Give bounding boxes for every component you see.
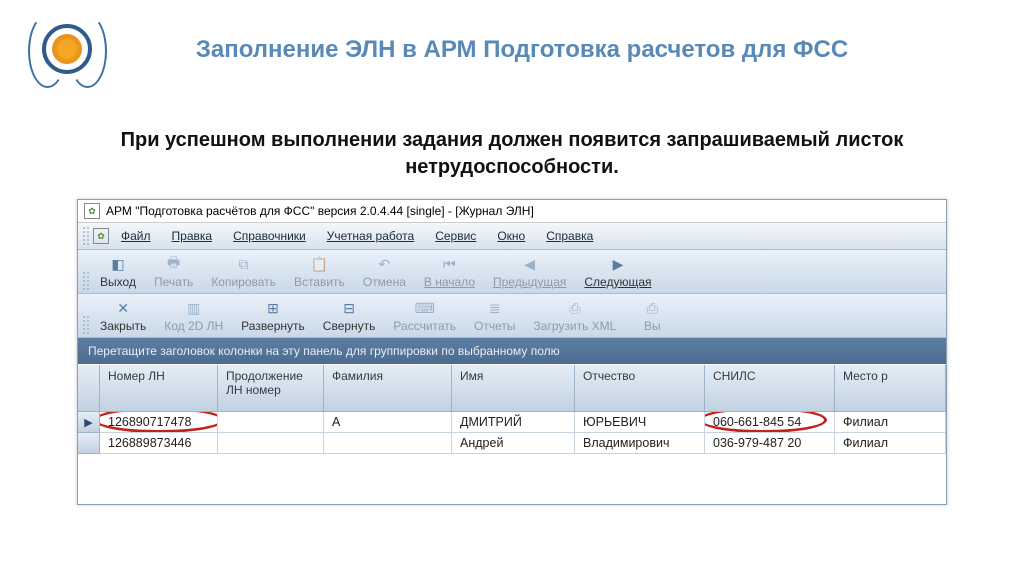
cell-fam: А: [324, 412, 452, 433]
grouping-hint[interactable]: Перетащите заголовок колонки на эту пане…: [78, 338, 946, 364]
table-row[interactable]: ▶ 126890717478 А ДМИТРИЙ ЮРЬЕВИЧ 060-661…: [78, 412, 946, 433]
btn-print[interactable]: 🖶Печать: [146, 252, 201, 291]
col-place[interactable]: Место р: [835, 365, 946, 412]
btn-loadxml[interactable]: ⎙Загрузить XML: [526, 296, 625, 335]
btn-vy[interactable]: ⎙Вы: [626, 296, 678, 335]
menu-accounting[interactable]: Учетная работа: [318, 227, 423, 245]
cell-snils: 060-661-845 54: [705, 412, 835, 433]
copy-icon: ⧉: [234, 254, 254, 274]
grid-empty-area: [78, 454, 946, 504]
grip-icon: [82, 315, 90, 335]
toolbar-1: ◧Выход 🖶Печать ⧉Копировать 📋Вставить ↶От…: [78, 250, 946, 294]
btn-expand[interactable]: ⊞Развернуть: [233, 296, 313, 335]
cell-pat: Владимирович: [575, 433, 705, 454]
barcode-icon: ▥: [184, 298, 204, 318]
col-fam[interactable]: Фамилия: [324, 365, 452, 412]
menubar: ✿ Файл Правка Справочники Учетная работа…: [78, 223, 946, 250]
cell-place: Филиал: [835, 433, 946, 454]
grip-icon: [82, 226, 90, 246]
slide-caption: При успешном выполнении задания должен п…: [0, 99, 1024, 199]
cell-cont: [218, 412, 324, 433]
grid-header: Номер ЛН Продолжение ЛН номер Фамилия Им…: [78, 364, 946, 412]
close-icon: ✕: [113, 298, 133, 318]
expand-icon: ⊞: [263, 298, 283, 318]
cell-ln: 126889873446: [100, 433, 218, 454]
btn-reports[interactable]: ≣Отчеты: [466, 296, 523, 335]
slide-title: Заполнение ЭЛН в АРМ Подготовка расчетов…: [125, 36, 994, 64]
row-indicator-icon: ▶: [78, 412, 100, 433]
btn-first[interactable]: ⏮В начало: [416, 252, 483, 291]
btn-undo[interactable]: ↶Отмена: [355, 252, 414, 291]
btn-kod2d[interactable]: ▥Код 2D ЛН: [156, 296, 231, 335]
col-cont[interactable]: Продолжение ЛН номер: [218, 365, 324, 412]
menu-file[interactable]: Файл: [112, 227, 160, 245]
prev-icon: ◀: [520, 254, 540, 274]
btn-exit[interactable]: ◧Выход: [92, 252, 144, 291]
btn-close[interactable]: ✕Закрыть: [92, 296, 154, 335]
cell-pat: ЮРЬЕВИЧ: [575, 412, 705, 433]
reports-icon: ≣: [485, 298, 505, 318]
cell-ln: 126890717478: [100, 412, 218, 433]
menu-catalogs[interactable]: Справочники: [224, 227, 315, 245]
cell-fam: [324, 433, 452, 454]
btn-copy[interactable]: ⧉Копировать: [203, 252, 284, 291]
col-ln[interactable]: Номер ЛН: [100, 365, 218, 412]
col-name[interactable]: Имя: [452, 365, 575, 412]
titlebar: ✿ АРМ "Подготовка расчётов для ФСС" верс…: [78, 200, 946, 223]
calc-icon: ⌨: [415, 298, 435, 318]
cell-name: Андрей: [452, 433, 575, 454]
table-row[interactable]: 126889873446 Андрей Владимирович 036-979…: [78, 433, 946, 454]
cell-cont: [218, 433, 324, 454]
menu-edit[interactable]: Правка: [163, 227, 222, 245]
menu-help[interactable]: Справка: [537, 227, 602, 245]
btn-collapse[interactable]: ⊟Свернуть: [315, 296, 384, 335]
btn-paste[interactable]: 📋Вставить: [286, 252, 353, 291]
app-icon: ✿: [84, 203, 100, 219]
btn-next[interactable]: ▶Следующая: [576, 252, 659, 291]
fss-logo: [30, 12, 105, 87]
paste-icon: 📋: [309, 254, 329, 274]
menu-app-icon: ✿: [93, 228, 109, 244]
xml-icon: ⎙: [565, 298, 585, 318]
menu-window[interactable]: Окно: [488, 227, 534, 245]
row-selector-header[interactable]: [78, 365, 100, 412]
window-title: АРМ "Подготовка расчётов для ФСС" версия…: [106, 204, 534, 218]
cell-place: Филиал: [835, 412, 946, 433]
cell-snils: 036-979-487 20: [705, 433, 835, 454]
btn-prev[interactable]: ◀Предыдущая: [485, 252, 574, 291]
next-icon: ▶: [608, 254, 628, 274]
row-indicator-icon: [78, 433, 100, 454]
first-icon: ⏮: [439, 254, 459, 274]
toolbar-2: ✕Закрыть ▥Код 2D ЛН ⊞Развернуть ⊟Свернут…: [78, 294, 946, 338]
print-icon: 🖶: [164, 254, 184, 274]
exit-icon: ◧: [108, 254, 128, 274]
col-snils[interactable]: СНИЛС: [705, 365, 835, 412]
grip-icon: [82, 271, 90, 291]
col-pat[interactable]: Отчество: [575, 365, 705, 412]
cell-name: ДМИТРИЙ: [452, 412, 575, 433]
arm-window: ✿ АРМ "Подготовка расчётов для ФСС" верс…: [77, 199, 947, 505]
misc-icon: ⎙: [642, 298, 662, 318]
undo-icon: ↶: [374, 254, 394, 274]
menu-service[interactable]: Сервис: [426, 227, 485, 245]
collapse-icon: ⊟: [339, 298, 359, 318]
btn-calc[interactable]: ⌨Рассчитать: [385, 296, 464, 335]
